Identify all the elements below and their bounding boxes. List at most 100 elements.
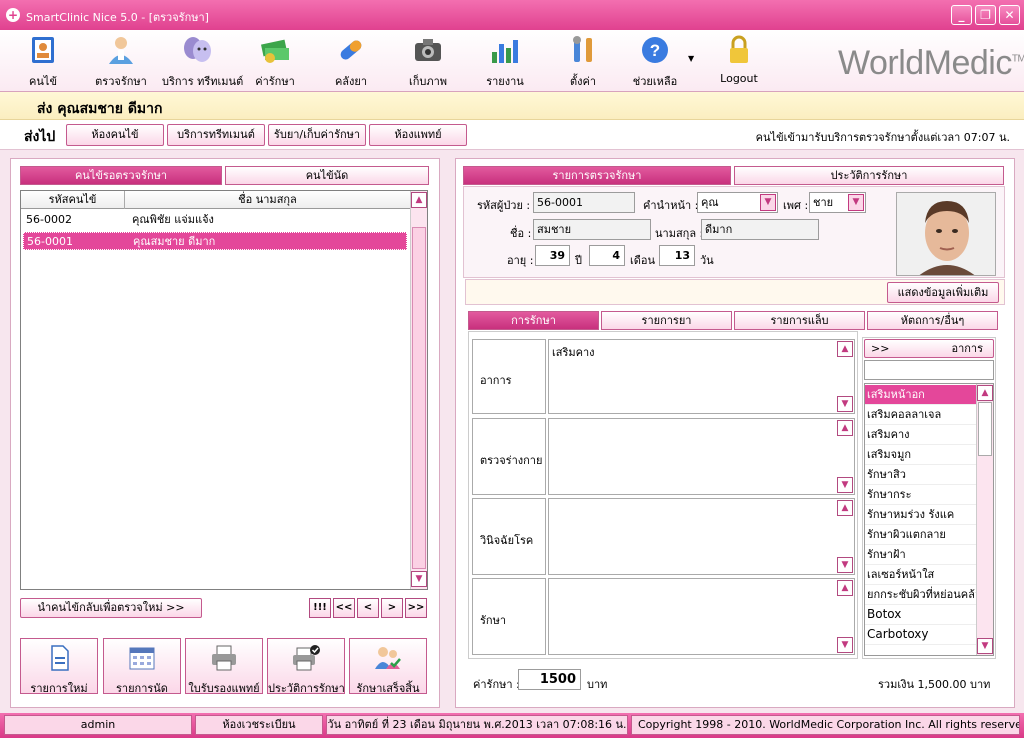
nav-next-button[interactable]: > [381,598,403,618]
patient-portrait-icon [897,193,995,275]
theater-masks-icon [184,37,211,62]
symptom-item[interactable]: รักษาสิว [865,465,976,485]
status-copyright: Copyright 1998 - 2010. WorldMedic Corpor… [631,715,1020,735]
scroll-down-icon[interactable]: ▼ [411,571,427,587]
toolbar-examine-button[interactable]: ตรวจรักษา [86,30,156,90]
send-treatment-button[interactable]: บริการทรีทเมนต์ [167,124,265,146]
toolbar-settings-button[interactable]: ตั้งค่า [548,30,618,90]
symptom-item[interactable]: ยกกระชับผิวที่หย่อนคล้อ [865,585,976,605]
subtab-lab[interactable]: รายการแล็บ [734,311,865,330]
toolbar-pharmacy-button[interactable]: คลังยา [316,30,386,90]
medical-certificate-button[interactable]: ใบรับรองแพทย์ [185,638,263,695]
appointments-button[interactable]: รายการนัด [103,638,181,695]
prefix-select[interactable]: คุณ ▼ [697,192,778,213]
symptom-item[interactable]: รักษาหมร่วง รังแค [865,505,976,525]
treatment-history-button[interactable]: ประวัติการรักษา [267,638,345,695]
help-dropdown-arrow-icon[interactable]: ▼ [688,54,694,63]
symptom-item[interactable]: รักษาฝ้า [865,545,976,565]
toolbar-fees-button[interactable]: ค่ารักษา [240,30,310,90]
symptoms-textarea[interactable]: เสริมคาง ▲ ▼ [548,339,855,414]
close-button[interactable]: ✕ [999,5,1020,25]
worldmedic-logo: WorldMedicTM [838,44,1024,82]
nav-refresh-button[interactable]: !!! [309,598,331,618]
treatment-complete-button[interactable]: รักษาเสร็จสิ้น [349,638,427,695]
months-label: เดือน [630,254,656,267]
status-room: ห้องเวชระเบียน [195,715,323,735]
table-row-selected[interactable]: 56-0001 คุณสมชาย ดีมาก [23,232,407,250]
diagnosis-textarea[interactable]: ▲ ▼ [548,498,855,575]
toolbar-reports-button[interactable]: รายงาน [470,30,540,90]
fee-input[interactable]: 1500 [518,669,581,690]
scroll-thumb[interactable] [978,402,992,456]
first-name-field[interactable]: สมชาย [533,219,651,240]
scroll-up-icon[interactable]: ▲ [837,420,853,436]
symptom-item[interactable]: เสริมคอลลาเจล [865,405,976,425]
age-years-field[interactable]: 39 [535,245,570,266]
subtab-treatment[interactable]: การรักษา [468,311,599,330]
prefix-label: คำนำหน้า : [643,199,699,212]
people-check-icon [375,647,401,669]
subtab-procedures[interactable]: หัตถการ/อื่นๆ [867,311,998,330]
symptom-item-selected[interactable]: เสริมหน้าอก [865,385,976,405]
symptom-item[interactable]: รักษาผิวแตกลาย [865,525,976,545]
age-days-field[interactable]: 13 [659,245,695,266]
scroll-down-icon[interactable]: ▼ [837,557,853,573]
toolbar-treatment-button[interactable]: บริการ ทรีทเมนต์ [162,30,243,90]
symptom-header-button[interactable]: >> อาการ [864,339,994,358]
patient-photo[interactable] [896,192,996,276]
physical-exam-textarea[interactable]: ▲ ▼ [548,418,855,495]
column-header-id[interactable]: รหัสคนไข้ [21,191,125,209]
tab-appointment-patients[interactable]: คนไข้นัด [225,166,429,185]
symptom-item[interactable]: รักษากระ [865,485,976,505]
send-pharmacy-billing-button[interactable]: รับยา/เก็บค่ารักษา [268,124,366,146]
symptom-item[interactable]: เสริมจมูก [865,445,976,465]
symptom-item[interactable]: Carbotoxy [865,625,976,645]
treatment-textarea[interactable]: ▲ ▼ [548,578,855,655]
symptom-list-scrollbar[interactable]: ▲ ▼ [976,384,993,655]
toolbar-patients-button[interactable]: คนไข้ [8,30,78,90]
column-header-name[interactable]: ชื่อ นามสกุล [125,191,411,209]
nav-prev-button[interactable]: < [357,598,379,618]
printer-check-icon [293,645,320,671]
nav-last-button[interactable]: >> [405,598,427,618]
gender-select[interactable]: ชาย ▼ [809,192,866,213]
scroll-thumb[interactable] [412,227,426,569]
table-row[interactable]: 56-0002 คุณพิชัย แจ่มแจ้ง [21,211,411,229]
scroll-up-icon[interactable]: ▲ [837,580,853,596]
tab-examination[interactable]: รายการตรวจรักษา [463,166,731,185]
new-record-button[interactable]: รายการใหม่ [20,638,98,695]
scroll-up-icon[interactable]: ▲ [411,192,427,208]
minimize-button[interactable]: _ [951,5,972,25]
scroll-down-icon[interactable]: ▼ [837,637,853,653]
tab-treatment-history[interactable]: ประวัติการรักษา [734,166,1004,185]
toolbar-help-button[interactable]: ? ช่วยเหลือ [620,30,690,90]
chevron-down-icon[interactable]: ▼ [848,194,864,211]
scroll-down-icon[interactable]: ▼ [837,477,853,493]
tab-waiting-patients[interactable]: คนไข้รอตรวจรักษา [20,166,222,185]
patient-id-field[interactable]: 56-0001 [533,192,635,213]
patient-header-text: ส่ง คุณสมชาย ดีมาก [37,101,163,117]
scroll-up-icon[interactable]: ▲ [837,341,853,357]
scroll-down-icon[interactable]: ▼ [837,396,853,412]
symptom-item[interactable]: เสริมคาง [865,425,976,445]
subtab-medicines[interactable]: รายการยา [601,311,732,330]
restore-button[interactable]: ❐ [975,5,996,25]
return-patient-button[interactable]: นำคนไข้กลับเพื่อตรวจใหม่ >> [20,598,202,618]
send-patient-room-button[interactable]: ห้องคนไข้ [66,124,164,146]
treatment-label-box: รักษา [472,578,546,655]
send-doctor-room-button[interactable]: ห้องแพทย์ [369,124,467,146]
table-scrollbar[interactable]: ▲ ▼ [410,191,427,589]
scroll-up-icon[interactable]: ▲ [977,385,993,401]
toolbar-logout-button[interactable]: Logout [704,30,774,90]
nav-first-button[interactable]: << [333,598,355,618]
age-months-field[interactable]: 4 [589,245,625,266]
symptom-item[interactable]: Botox [865,605,976,625]
chevron-down-icon[interactable]: ▼ [760,194,776,211]
last-name-field[interactable]: ดีมาก [701,219,819,240]
symptom-search-input[interactable] [864,360,994,380]
toolbar-photos-button[interactable]: เก็บภาพ [393,30,463,90]
show-more-info-button[interactable]: แสดงข้อมูลเพิ่มเติม [887,282,999,303]
scroll-down-icon[interactable]: ▼ [977,638,993,654]
symptom-item[interactable]: เลเซอร์หน้าใส [865,565,976,585]
scroll-up-icon[interactable]: ▲ [837,500,853,516]
